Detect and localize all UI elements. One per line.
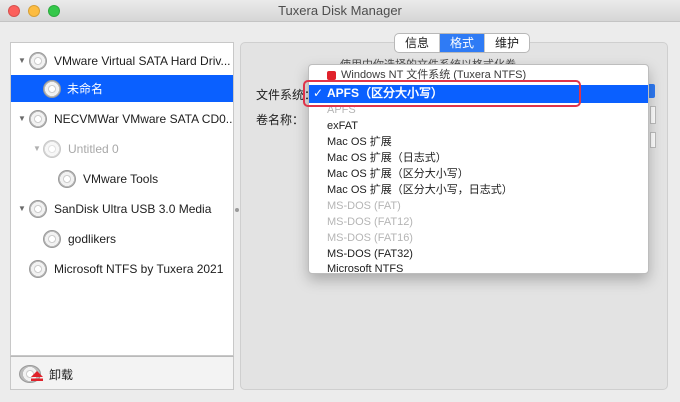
- volume-icon: [43, 139, 61, 158]
- menu-item-exfat[interactable]: exFAT: [327, 119, 358, 134]
- disclosure-open-icon[interactable]: ▼: [33, 144, 41, 153]
- menu-item-ms-dos-fat12: MS-DOS (FAT12): [327, 216, 413, 228]
- cd-drive-icon: [29, 109, 47, 128]
- volume-item-unnamed[interactable]: 未命名: [11, 75, 233, 102]
- volume-item-untitled-0[interactable]: ▼ Untitled 0: [11, 135, 233, 162]
- usb-disk-icon: [29, 199, 47, 218]
- volume-label: godlikers: [68, 231, 117, 246]
- menu-item-ms-dos-fat: MS-DOS (FAT): [327, 200, 401, 212]
- app-window: Tuxera Disk Manager ▼ VMware Virtual SAT…: [0, 0, 680, 402]
- disk-item-sandisk[interactable]: ▼ SanDisk Ultra USB 3.0 Media: [11, 195, 233, 222]
- tab-info[interactable]: 信息: [395, 34, 441, 52]
- volume-label: VMware Tools: [83, 171, 159, 186]
- disk-item-microsoft-ntfs[interactable]: Microsoft NTFS by Tuxera 2021: [11, 255, 233, 282]
- menu-item-mac-os-extended-case-sensitive[interactable]: Mac OS 扩展（区分大小写）: [327, 167, 469, 182]
- tab-maintenance[interactable]: 维护: [485, 34, 529, 52]
- disclosure-open-icon[interactable]: ▼: [18, 204, 26, 213]
- format-button-edge[interactable]: [650, 132, 656, 148]
- window-title: Tuxera Disk Manager: [278, 3, 402, 18]
- close-window-button[interactable]: [8, 5, 20, 17]
- volume-icon: [43, 79, 61, 98]
- disk-label: SanDisk Ultra USB 3.0 Media: [54, 201, 212, 216]
- hard-disk-icon: [29, 259, 47, 278]
- menu-item-mac-os-extended[interactable]: Mac OS 扩展: [327, 135, 392, 150]
- volume-item-vmware-tools[interactable]: VMware Tools: [11, 165, 233, 192]
- eject-button[interactable]: 卸载: [19, 363, 73, 385]
- disk-label: VMware Virtual SATA Hard Driv...: [54, 53, 231, 68]
- disk-label: NECVMWar VMware SATA CD0...: [54, 111, 233, 126]
- volume-icon: [58, 169, 76, 188]
- volume-icon: [43, 229, 61, 248]
- title-bar: Tuxera Disk Manager: [0, 0, 680, 22]
- split-view-handle[interactable]: [235, 208, 239, 212]
- minimize-window-button[interactable]: [28, 5, 40, 17]
- disk-list[interactable]: ▼ VMware Virtual SATA Hard Driv... 未命名 ▼…: [10, 42, 234, 356]
- menu-item-mac-os-extended-case-journaled[interactable]: Mac OS 扩展（区分大小写，日志式）: [327, 183, 513, 198]
- menu-item-ms-dos-fat16: MS-DOS (FAT16): [327, 232, 413, 244]
- volume-item-godlikers[interactable]: godlikers: [11, 225, 233, 252]
- menu-item-microsoft-ntfs[interactable]: Microsoft NTFS: [327, 262, 403, 273]
- disk-item-cdrom[interactable]: ▼ NECVMWar VMware SATA CD0...: [11, 105, 233, 132]
- tab-format[interactable]: 格式: [440, 34, 486, 52]
- tab-bar: 信息 格式 维护: [394, 33, 531, 53]
- eject-label: 卸载: [49, 367, 74, 382]
- eject-icon: [31, 371, 43, 381]
- sidebar-toolbar: 卸载: [10, 356, 234, 390]
- disclosure-open-icon[interactable]: ▼: [18, 56, 26, 65]
- volume-name-label: 卷名称：: [256, 113, 305, 127]
- volume-name-field-edge[interactable]: [650, 106, 656, 124]
- maximize-window-button[interactable]: [48, 5, 60, 17]
- hard-disk-icon: [29, 51, 47, 70]
- volume-label: 未命名: [67, 82, 104, 96]
- annotation-highlight-box: [303, 80, 581, 107]
- disclosure-open-icon[interactable]: ▼: [18, 114, 26, 123]
- disk-item-vmware-hdd[interactable]: ▼ VMware Virtual SATA Hard Driv...: [11, 47, 233, 74]
- menu-item-ms-dos-fat32[interactable]: MS-DOS (FAT32): [327, 247, 413, 262]
- disk-label: Microsoft NTFS by Tuxera 2021: [54, 261, 224, 276]
- menu-item-mac-os-extended-journaled[interactable]: Mac OS 扩展（日志式）: [327, 151, 447, 166]
- ntfs-flag-icon: [327, 71, 336, 80]
- volume-label: Untitled 0: [68, 141, 119, 156]
